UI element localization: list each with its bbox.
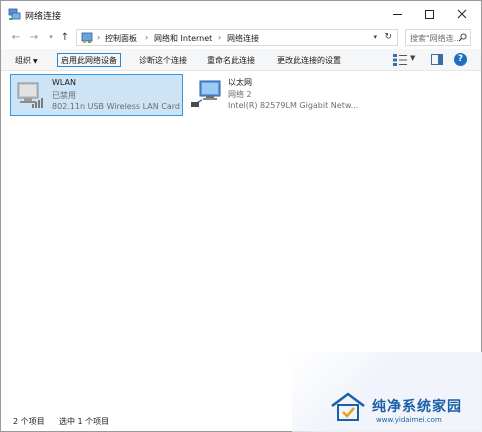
connection-name: WLAN xyxy=(52,78,77,87)
minimize-button[interactable] xyxy=(381,1,413,27)
view-options-icon[interactable] xyxy=(393,54,407,66)
arrow-right-icon: → xyxy=(29,31,39,43)
maximize-button[interactable] xyxy=(413,1,445,27)
breadcrumb-separator-icon: › xyxy=(145,33,149,42)
address-history-dropdown[interactable]: ▾ xyxy=(373,33,377,41)
arrow-up-icon: ↑ xyxy=(60,31,70,43)
window-title: 网络连接 xyxy=(25,12,62,22)
help-icon[interactable]: ? xyxy=(454,53,467,66)
connection-name: 以太网 xyxy=(228,78,252,87)
title-bar: 网络连接 xyxy=(1,1,481,27)
navigation-row: ← → ▾ ↑ › 控制面板 › 网络和 Internet › 网络连接 ▾ ↻… xyxy=(1,27,481,47)
wireless-adapter-disabled-icon xyxy=(17,82,43,108)
maximize-icon xyxy=(424,9,434,19)
breadcrumb-control-panel[interactable]: 控制面板 xyxy=(105,33,137,44)
address-bar[interactable]: › 控制面板 › 网络和 Internet › 网络连接 ▾ ↻ xyxy=(76,29,398,46)
search-placeholder: 搜索"网络连... xyxy=(410,34,462,43)
change-settings-button[interactable]: 更改此连接的设置 xyxy=(277,53,341,67)
diagnose-button[interactable]: 诊断这个连接 xyxy=(139,53,187,67)
rename-button[interactable]: 重命名此连接 xyxy=(207,53,255,67)
item-count: 2 个项目 xyxy=(13,417,45,426)
watermark-logo-icon xyxy=(331,392,365,421)
chevron-down-icon: ▼ xyxy=(33,58,38,65)
control-panel-icon xyxy=(81,32,93,43)
connection-status: 已禁用 xyxy=(52,91,76,100)
organize-menu[interactable]: 组织 ▼ xyxy=(15,53,38,67)
enable-device-button[interactable]: 启用此网络设备 xyxy=(57,53,121,67)
search-box[interactable]: 搜索"网络连... xyxy=(405,29,471,46)
breadcrumb-network-internet[interactable]: 网络和 Internet xyxy=(154,33,212,44)
watermark-text: 纯净系统家园 xyxy=(372,399,462,415)
arrow-left-icon: ← xyxy=(11,31,21,43)
watermark-url: www.yidaimei.com xyxy=(376,416,442,424)
ethernet-adapter-icon xyxy=(191,80,221,107)
up-button[interactable]: ↑ xyxy=(58,29,72,45)
connection-device: Intel(R) 82579LM Gigabit Netw... xyxy=(228,101,359,110)
connection-item-wlan[interactable]: WLAN 已禁用 802.11n USB Wireless LAN Card xyxy=(10,74,183,116)
forward-button[interactable]: → xyxy=(27,29,41,45)
connection-device: 802.11n USB Wireless LAN Card xyxy=(52,102,180,111)
network-connections-icon xyxy=(8,8,21,20)
breadcrumb-network-connections[interactable]: 网络连接 xyxy=(227,33,259,44)
command-bar: 组织 ▼ 启用此网络设备 诊断这个连接 重命名此连接 更改此连接的设置 ▼ ? xyxy=(1,49,481,71)
recent-locations-button[interactable]: ▾ xyxy=(44,29,58,45)
connection-status: 网络 2 xyxy=(228,90,252,99)
close-button[interactable] xyxy=(446,1,478,27)
selected-count: 选中 1 个项目 xyxy=(59,417,110,426)
connection-item-ethernet[interactable]: 以太网 网络 2 Intel(R) 82579LM Gigabit Netw..… xyxy=(187,74,359,116)
refresh-icon[interactable]: ↻ xyxy=(384,32,392,42)
search-icon xyxy=(458,33,467,42)
chevron-down-icon: ▾ xyxy=(49,33,53,41)
close-icon xyxy=(457,9,467,19)
organize-label: 组织 xyxy=(15,56,31,65)
breadcrumb-separator-icon: › xyxy=(97,33,101,42)
view-dropdown-chevron-icon[interactable]: ▼ xyxy=(410,54,415,62)
back-button[interactable]: ← xyxy=(9,29,23,45)
breadcrumb-separator-icon: › xyxy=(218,33,222,42)
minimize-icon xyxy=(392,13,402,15)
preview-pane-icon[interactable] xyxy=(431,54,443,65)
